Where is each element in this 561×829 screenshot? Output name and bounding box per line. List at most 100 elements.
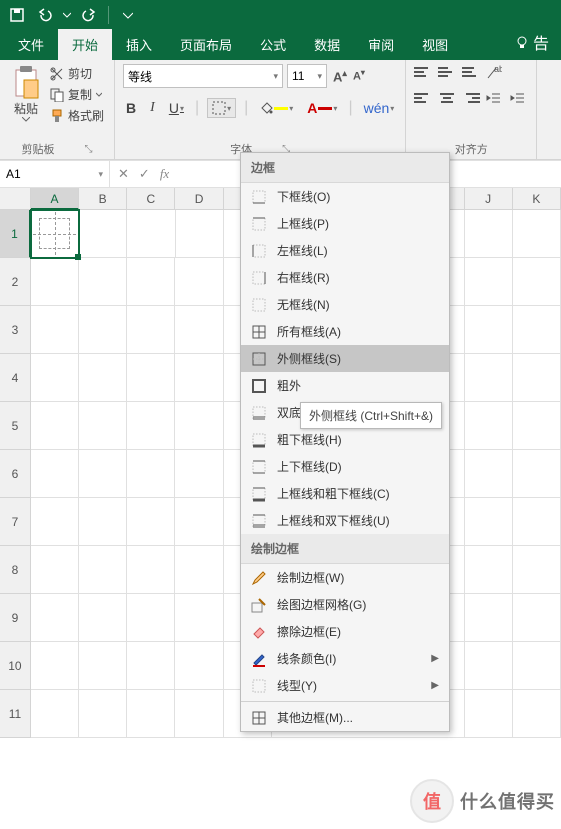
increase-indent-button[interactable] <box>510 90 528 106</box>
cell[interactable] <box>127 402 175 450</box>
cell[interactable] <box>513 642 561 690</box>
cell[interactable] <box>79 354 127 402</box>
cell[interactable] <box>79 210 127 258</box>
row-header-11[interactable]: 11 <box>0 690 31 738</box>
align-left-button[interactable] <box>414 90 432 106</box>
cancel-formula-button[interactable]: ✕ <box>118 166 129 182</box>
border-all-item[interactable]: 所有框线(A) <box>241 318 449 345</box>
border-thick-bottom-item[interactable]: 粗下框线(H) <box>241 426 449 453</box>
cell[interactable] <box>513 594 561 642</box>
cell[interactable] <box>127 690 175 738</box>
cell[interactable] <box>31 306 79 354</box>
border-top-bottom-item[interactable]: 上下框线(D) <box>241 453 449 480</box>
cell[interactable] <box>513 306 561 354</box>
cell[interactable] <box>31 402 79 450</box>
cell[interactable] <box>31 546 79 594</box>
cell[interactable] <box>79 642 127 690</box>
tab-view[interactable]: 视图 <box>408 29 462 60</box>
cell[interactable] <box>465 642 513 690</box>
tab-layout[interactable]: 页面布局 <box>166 29 246 60</box>
cell[interactable] <box>31 210 79 258</box>
border-draw-item[interactable]: 绘制边框(W) <box>241 564 449 591</box>
row-header-1[interactable]: 1 <box>0 210 31 258</box>
clipboard-launcher[interactable]: ⤡ <box>85 144 93 155</box>
cell[interactable] <box>175 498 223 546</box>
tell-me[interactable]: 告 <box>507 24 557 60</box>
cell[interactable] <box>175 450 223 498</box>
fx-button[interactable]: fx <box>160 166 169 182</box>
cell[interactable] <box>175 258 223 306</box>
italic-button[interactable]: I <box>147 98 158 118</box>
cell[interactable] <box>465 450 513 498</box>
cell[interactable] <box>31 498 79 546</box>
cell[interactable] <box>465 258 513 306</box>
cell[interactable] <box>465 690 513 738</box>
decrease-font-button[interactable]: A▾ <box>351 66 367 86</box>
col-header-D[interactable]: D <box>175 188 223 210</box>
tab-review[interactable]: 审阅 <box>354 29 408 60</box>
align-right-button[interactable] <box>462 90 480 106</box>
col-header-J[interactable]: J <box>465 188 513 210</box>
border-thick-outside-item[interactable]: 粗外 <box>241 372 449 399</box>
row-header-6[interactable]: 6 <box>0 450 31 498</box>
cell[interactable] <box>127 594 175 642</box>
cell[interactable] <box>513 210 561 258</box>
cell[interactable] <box>175 402 223 450</box>
cell[interactable] <box>127 258 175 306</box>
tab-formulas[interactable]: 公式 <box>246 29 300 60</box>
border-color-item[interactable]: 线条颜色(I)▶ <box>241 645 449 672</box>
cell[interactable] <box>465 354 513 402</box>
tab-insert[interactable]: 插入 <box>112 29 166 60</box>
cell[interactable] <box>31 354 79 402</box>
border-style-item[interactable]: 线型(Y)▶ <box>241 672 449 699</box>
increase-font-button[interactable]: A▴ <box>331 66 349 86</box>
col-header-A[interactable]: A <box>31 188 79 210</box>
orientation-button[interactable]: ab <box>486 64 504 80</box>
align-bottom-button[interactable] <box>462 64 480 80</box>
row-header-5[interactable]: 5 <box>0 402 31 450</box>
border-erase-item[interactable]: 擦除边框(E) <box>241 618 449 645</box>
cell[interactable] <box>31 690 79 738</box>
cell[interactable] <box>465 594 513 642</box>
cell[interactable] <box>127 642 175 690</box>
cell[interactable] <box>176 210 224 258</box>
cell[interactable] <box>175 594 223 642</box>
cell[interactable] <box>513 690 561 738</box>
col-header-B[interactable]: B <box>79 188 127 210</box>
border-none-item[interactable]: 无框线(N) <box>241 291 449 318</box>
cell[interactable] <box>127 306 175 354</box>
select-all-corner[interactable] <box>0 188 31 210</box>
cell[interactable] <box>513 258 561 306</box>
border-more-item[interactable]: 其他边框(M)... <box>241 704 449 731</box>
cell[interactable] <box>513 450 561 498</box>
tab-data[interactable]: 数据 <box>300 29 354 60</box>
save-button[interactable] <box>6 4 28 26</box>
redo-button[interactable] <box>78 4 100 26</box>
cell[interactable] <box>127 498 175 546</box>
row-header-3[interactable]: 3 <box>0 306 31 354</box>
borders-button[interactable]: ▾ <box>207 98 236 118</box>
cell[interactable] <box>31 594 79 642</box>
bold-button[interactable]: B <box>123 98 139 118</box>
row-header-9[interactable]: 9 <box>0 594 31 642</box>
cell[interactable] <box>175 546 223 594</box>
enter-formula-button[interactable]: ✓ <box>139 166 150 182</box>
border-right-item[interactable]: 右框线(R) <box>241 264 449 291</box>
col-header-K[interactable]: K <box>513 188 561 210</box>
phonetic-button[interactable]: wén▾ <box>361 98 398 118</box>
cell[interactable] <box>175 306 223 354</box>
cell[interactable] <box>127 354 175 402</box>
cell[interactable] <box>513 498 561 546</box>
cell[interactable] <box>31 642 79 690</box>
cell[interactable] <box>465 498 513 546</box>
align-center-button[interactable] <box>438 90 456 106</box>
cell[interactable] <box>79 594 127 642</box>
tab-file[interactable]: 文件 <box>4 29 58 60</box>
cell[interactable] <box>79 546 127 594</box>
undo-dropdown[interactable] <box>62 4 72 26</box>
fill-color-button[interactable]: ▾ <box>256 99 296 117</box>
row-header-7[interactable]: 7 <box>0 498 31 546</box>
cell[interactable] <box>127 210 175 258</box>
cell[interactable] <box>175 354 223 402</box>
align-top-button[interactable] <box>414 64 432 80</box>
